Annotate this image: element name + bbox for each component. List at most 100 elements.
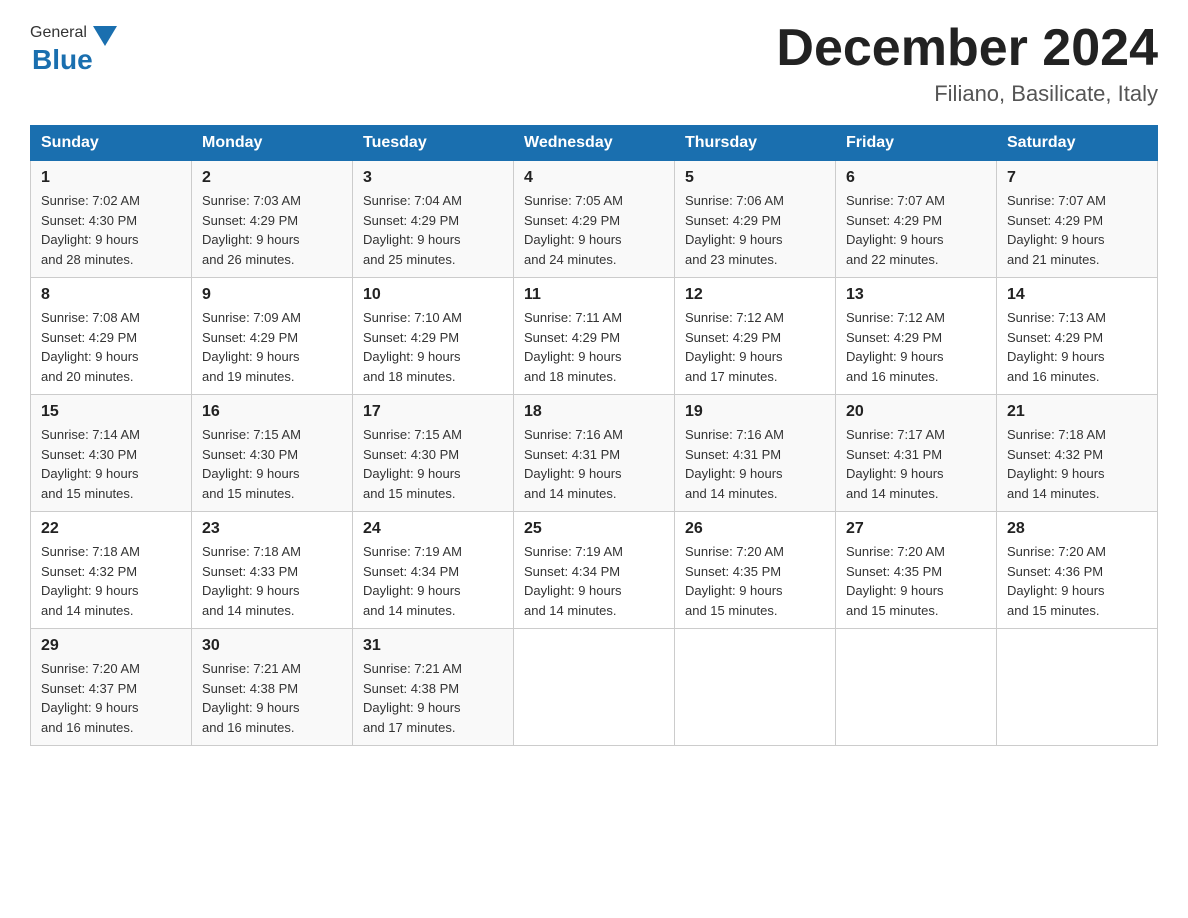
header-cell-friday: Friday [836, 126, 997, 161]
week-row-4: 22 Sunrise: 7:18 AMSunset: 4:32 PMDaylig… [31, 512, 1158, 629]
day-info: Sunrise: 7:06 AMSunset: 4:29 PMDaylight:… [685, 193, 784, 267]
day-cell: 1 Sunrise: 7:02 AMSunset: 4:30 PMDayligh… [31, 161, 192, 278]
week-row-5: 29 Sunrise: 7:20 AMSunset: 4:37 PMDaylig… [31, 629, 1158, 746]
header-cell-thursday: Thursday [675, 126, 836, 161]
day-number: 7 [1007, 169, 1147, 187]
day-cell: 15 Sunrise: 7:14 AMSunset: 4:30 PMDaylig… [31, 395, 192, 512]
day-cell: 31 Sunrise: 7:21 AMSunset: 4:38 PMDaylig… [353, 629, 514, 746]
day-number: 27 [846, 520, 986, 538]
page-header: General Blue December 2024 Filiano, Basi… [30, 20, 1158, 107]
day-info: Sunrise: 7:11 AMSunset: 4:29 PMDaylight:… [524, 310, 622, 384]
day-number: 28 [1007, 520, 1147, 538]
day-number: 4 [524, 169, 664, 187]
day-cell: 25 Sunrise: 7:19 AMSunset: 4:34 PMDaylig… [514, 512, 675, 629]
day-cell: 29 Sunrise: 7:20 AMSunset: 4:37 PMDaylig… [31, 629, 192, 746]
day-info: Sunrise: 7:10 AMSunset: 4:29 PMDaylight:… [363, 310, 462, 384]
day-info: Sunrise: 7:13 AMSunset: 4:29 PMDaylight:… [1007, 310, 1106, 384]
header-cell-monday: Monday [192, 126, 353, 161]
day-number: 5 [685, 169, 825, 187]
day-info: Sunrise: 7:12 AMSunset: 4:29 PMDaylight:… [685, 310, 784, 384]
day-cell: 19 Sunrise: 7:16 AMSunset: 4:31 PMDaylig… [675, 395, 836, 512]
logo-triangle-icon [93, 26, 117, 46]
day-info: Sunrise: 7:21 AMSunset: 4:38 PMDaylight:… [202, 661, 301, 735]
day-cell: 21 Sunrise: 7:18 AMSunset: 4:32 PMDaylig… [997, 395, 1158, 512]
day-cell: 22 Sunrise: 7:18 AMSunset: 4:32 PMDaylig… [31, 512, 192, 629]
header-cell-sunday: Sunday [31, 126, 192, 161]
day-cell: 8 Sunrise: 7:08 AMSunset: 4:29 PMDayligh… [31, 278, 192, 395]
day-number: 18 [524, 403, 664, 421]
header-cell-tuesday: Tuesday [353, 126, 514, 161]
header-cell-wednesday: Wednesday [514, 126, 675, 161]
day-number: 23 [202, 520, 342, 538]
day-cell: 24 Sunrise: 7:19 AMSunset: 4:34 PMDaylig… [353, 512, 514, 629]
day-number: 13 [846, 286, 986, 304]
day-info: Sunrise: 7:19 AMSunset: 4:34 PMDaylight:… [363, 544, 462, 618]
day-cell: 13 Sunrise: 7:12 AMSunset: 4:29 PMDaylig… [836, 278, 997, 395]
day-cell: 27 Sunrise: 7:20 AMSunset: 4:35 PMDaylig… [836, 512, 997, 629]
week-row-2: 8 Sunrise: 7:08 AMSunset: 4:29 PMDayligh… [31, 278, 1158, 395]
calendar-table: SundayMondayTuesdayWednesdayThursdayFrid… [30, 125, 1158, 746]
logo-blue-text: Blue [32, 44, 93, 76]
day-cell [514, 629, 675, 746]
location-subtitle: Filiano, Basilicate, Italy [776, 81, 1158, 107]
day-cell: 2 Sunrise: 7:03 AMSunset: 4:29 PMDayligh… [192, 161, 353, 278]
day-cell: 12 Sunrise: 7:12 AMSunset: 4:29 PMDaylig… [675, 278, 836, 395]
day-cell: 4 Sunrise: 7:05 AMSunset: 4:29 PMDayligh… [514, 161, 675, 278]
day-number: 25 [524, 520, 664, 538]
day-info: Sunrise: 7:14 AMSunset: 4:30 PMDaylight:… [41, 427, 140, 501]
day-number: 30 [202, 637, 342, 655]
day-info: Sunrise: 7:20 AMSunset: 4:35 PMDaylight:… [685, 544, 784, 618]
day-cell [997, 629, 1158, 746]
day-cell: 3 Sunrise: 7:04 AMSunset: 4:29 PMDayligh… [353, 161, 514, 278]
calendar-header: SundayMondayTuesdayWednesdayThursdayFrid… [31, 126, 1158, 161]
day-cell: 30 Sunrise: 7:21 AMSunset: 4:38 PMDaylig… [192, 629, 353, 746]
month-year-title: December 2024 [776, 20, 1158, 77]
day-info: Sunrise: 7:21 AMSunset: 4:38 PMDaylight:… [363, 661, 462, 735]
day-info: Sunrise: 7:19 AMSunset: 4:34 PMDaylight:… [524, 544, 623, 618]
day-number: 12 [685, 286, 825, 304]
day-number: 14 [1007, 286, 1147, 304]
day-number: 19 [685, 403, 825, 421]
day-cell: 28 Sunrise: 7:20 AMSunset: 4:36 PMDaylig… [997, 512, 1158, 629]
day-number: 10 [363, 286, 503, 304]
day-info: Sunrise: 7:17 AMSunset: 4:31 PMDaylight:… [846, 427, 945, 501]
day-cell: 6 Sunrise: 7:07 AMSunset: 4:29 PMDayligh… [836, 161, 997, 278]
day-info: Sunrise: 7:18 AMSunset: 4:32 PMDaylight:… [41, 544, 140, 618]
day-info: Sunrise: 7:18 AMSunset: 4:33 PMDaylight:… [202, 544, 301, 618]
day-number: 3 [363, 169, 503, 187]
day-number: 22 [41, 520, 181, 538]
day-info: Sunrise: 7:15 AMSunset: 4:30 PMDaylight:… [363, 427, 462, 501]
week-row-3: 15 Sunrise: 7:14 AMSunset: 4:30 PMDaylig… [31, 395, 1158, 512]
day-cell: 20 Sunrise: 7:17 AMSunset: 4:31 PMDaylig… [836, 395, 997, 512]
day-cell: 9 Sunrise: 7:09 AMSunset: 4:29 PMDayligh… [192, 278, 353, 395]
header-row: SundayMondayTuesdayWednesdayThursdayFrid… [31, 126, 1158, 161]
week-row-1: 1 Sunrise: 7:02 AMSunset: 4:30 PMDayligh… [31, 161, 1158, 278]
day-number: 2 [202, 169, 342, 187]
header-cell-saturday: Saturday [997, 126, 1158, 161]
day-number: 15 [41, 403, 181, 421]
day-cell: 10 Sunrise: 7:10 AMSunset: 4:29 PMDaylig… [353, 278, 514, 395]
day-number: 20 [846, 403, 986, 421]
day-info: Sunrise: 7:09 AMSunset: 4:29 PMDaylight:… [202, 310, 301, 384]
day-cell: 14 Sunrise: 7:13 AMSunset: 4:29 PMDaylig… [997, 278, 1158, 395]
day-number: 8 [41, 286, 181, 304]
day-info: Sunrise: 7:16 AMSunset: 4:31 PMDaylight:… [524, 427, 623, 501]
day-info: Sunrise: 7:12 AMSunset: 4:29 PMDaylight:… [846, 310, 945, 384]
day-info: Sunrise: 7:20 AMSunset: 4:35 PMDaylight:… [846, 544, 945, 618]
day-cell [675, 629, 836, 746]
day-info: Sunrise: 7:07 AMSunset: 4:29 PMDaylight:… [846, 193, 945, 267]
day-number: 6 [846, 169, 986, 187]
day-number: 11 [524, 286, 664, 304]
day-info: Sunrise: 7:15 AMSunset: 4:30 PMDaylight:… [202, 427, 301, 501]
calendar-body: 1 Sunrise: 7:02 AMSunset: 4:30 PMDayligh… [31, 161, 1158, 746]
day-number: 24 [363, 520, 503, 538]
day-number: 29 [41, 637, 181, 655]
day-cell: 7 Sunrise: 7:07 AMSunset: 4:29 PMDayligh… [997, 161, 1158, 278]
day-cell: 11 Sunrise: 7:11 AMSunset: 4:29 PMDaylig… [514, 278, 675, 395]
day-info: Sunrise: 7:18 AMSunset: 4:32 PMDaylight:… [1007, 427, 1106, 501]
day-info: Sunrise: 7:20 AMSunset: 4:37 PMDaylight:… [41, 661, 140, 735]
day-number: 9 [202, 286, 342, 304]
day-number: 17 [363, 403, 503, 421]
day-info: Sunrise: 7:05 AMSunset: 4:29 PMDaylight:… [524, 193, 623, 267]
day-info: Sunrise: 7:03 AMSunset: 4:29 PMDaylight:… [202, 193, 301, 267]
